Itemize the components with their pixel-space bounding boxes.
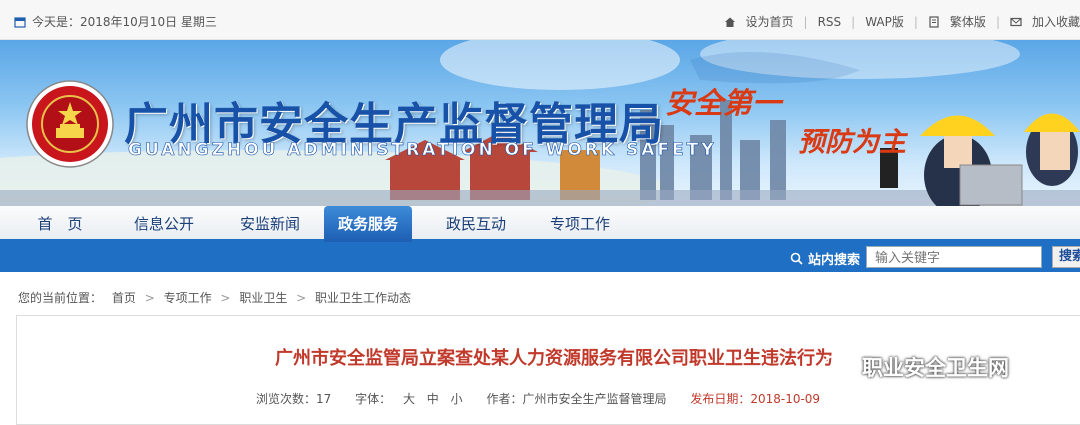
- search-button[interactable]: 搜索: [1052, 246, 1080, 268]
- watermark-overlay: 职业安全卫生网: [822, 352, 1009, 382]
- divider: |: [851, 14, 856, 29]
- slogan-prevention: 预防为主: [798, 127, 906, 158]
- breadcrumb-item-home[interactable]: 首页: [112, 291, 136, 305]
- set-homepage-link[interactable]: 设为首页: [746, 13, 794, 30]
- nav-item-info-disclosure[interactable]: 信息公开: [122, 206, 206, 242]
- nav-item-home[interactable]: 首 页: [20, 206, 100, 242]
- document-icon: [929, 15, 939, 28]
- date-text: 今天是：2018年10月10日 星期三: [32, 15, 217, 29]
- mail-icon: [1010, 17, 1022, 26]
- breadcrumb-prefix: 您的当前位置：: [18, 291, 103, 305]
- publish-date: 发布日期：2018-10-09: [690, 392, 821, 406]
- divider: |: [803, 14, 808, 29]
- watermark-text: 职业安全卫生网: [862, 356, 1009, 380]
- traditional-chinese-link[interactable]: 繁体版: [950, 13, 986, 30]
- slogan-safety-first: 安全第一: [665, 86, 782, 120]
- search-label: 站内搜索: [808, 253, 861, 268]
- nav-item-special-work[interactable]: 专项工作: [538, 206, 622, 242]
- top-utility-bar: 今天是：2018年10月10日 星期三 设为首页 | RSS | WAP版 | …: [0, 0, 1080, 40]
- search-input[interactable]: [866, 246, 1042, 268]
- view-count: 浏览次数：17: [256, 392, 332, 406]
- main-navigation: 首 页 信息公开 安监新闻 政务服务 政民互动 专项工作: [0, 206, 1080, 242]
- breadcrumb-item-special-work[interactable]: 专项工作: [164, 291, 212, 305]
- breadcrumb-item-occupational-health[interactable]: 职业卫生: [239, 291, 287, 305]
- site-title-english: GUANGZHOU ADMINISTRATION OF WORK SAFETY: [128, 140, 717, 161]
- breadcrumb-separator: >: [220, 291, 231, 305]
- font-size-small[interactable]: 小: [451, 392, 463, 406]
- home-icon: [724, 17, 735, 27]
- font-size-large[interactable]: 大: [403, 392, 415, 406]
- search-label-group: 站内搜索: [790, 249, 860, 268]
- date-display: 今天是：2018年10月10日 星期三: [14, 13, 217, 30]
- search-icon: [790, 252, 803, 265]
- divider: |: [995, 14, 1000, 29]
- nav-item-interaction[interactable]: 政民互动: [434, 206, 518, 242]
- article-meta: 浏览次数：17 字体： 大 中 小 作者：广州市安全生产监督管理局 发布日期：2…: [256, 390, 840, 407]
- breadcrumb-separator: >: [296, 291, 307, 305]
- national-emblem-logo: [26, 80, 114, 168]
- nav-item-government-services[interactable]: 政务服务: [324, 206, 412, 242]
- divider: |: [913, 14, 918, 29]
- wechat-icon: [823, 355, 854, 378]
- rss-link[interactable]: RSS: [818, 15, 842, 29]
- wap-link[interactable]: WAP版: [865, 13, 904, 30]
- calendar-icon: [14, 16, 26, 28]
- breadcrumb: 您的当前位置： 首页 > 专项工作 > 职业卫生 > 职业卫生工作动态: [18, 289, 411, 306]
- nav-item-safety-news[interactable]: 安监新闻: [228, 206, 312, 242]
- article-author: 作者：广州市安全生产监督管理局: [486, 392, 667, 406]
- breadcrumb-item-work-updates[interactable]: 职业卫生工作动态: [315, 291, 411, 305]
- search-bar: 站内搜索 搜索: [0, 242, 1080, 272]
- breadcrumb-separator: >: [144, 291, 155, 305]
- font-size-medium[interactable]: 中: [427, 392, 439, 406]
- header-banner: 广州市安全生产监督管理局 GUANGZHOU ADMINISTRATION OF…: [0, 40, 1080, 206]
- add-favorite-link[interactable]: 加入收藏: [1032, 13, 1080, 30]
- font-size-label: 字体：: [355, 392, 392, 406]
